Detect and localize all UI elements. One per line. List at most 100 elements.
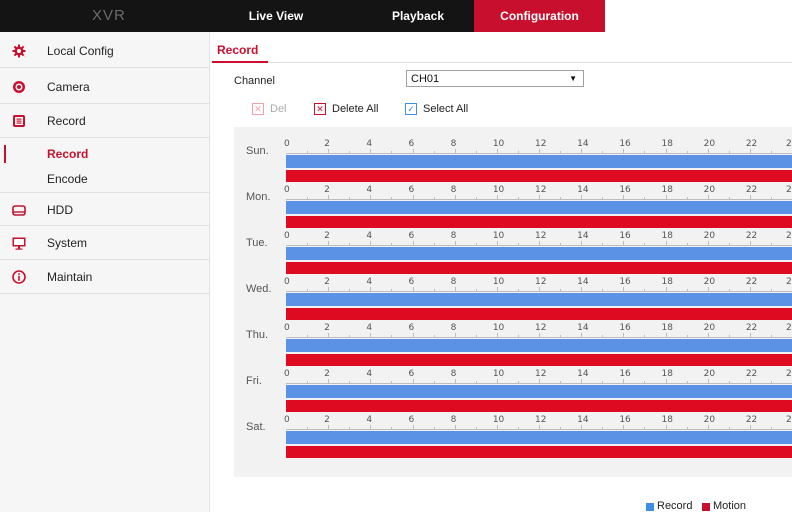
axis-tick bbox=[602, 243, 604, 245]
tab-active-underline bbox=[212, 61, 268, 63]
axis-tick bbox=[686, 243, 688, 245]
tab-configuration[interactable]: Configuration bbox=[474, 0, 605, 32]
axis-tick bbox=[602, 289, 604, 291]
sidebar-item-label: Local Config bbox=[47, 44, 114, 58]
hour-tick-label: 20 bbox=[703, 231, 716, 241]
axis-tick bbox=[328, 287, 330, 291]
axis-tick bbox=[623, 149, 625, 153]
axis-tick bbox=[433, 381, 435, 383]
axis-tick bbox=[707, 241, 709, 245]
tab-playback[interactable]: Playback bbox=[372, 0, 464, 32]
day-label: Sun. bbox=[246, 145, 269, 157]
hour-tick-label: 4 bbox=[366, 415, 373, 425]
motion-schedule-bar[interactable] bbox=[286, 170, 792, 182]
sidebar-subitem-record[interactable]: Record bbox=[0, 142, 210, 166]
axis-tick bbox=[581, 333, 583, 337]
axis-tick bbox=[686, 335, 688, 337]
record-schedule-bar[interactable] bbox=[286, 293, 792, 306]
axis-tick bbox=[517, 335, 519, 337]
record-schedule[interactable]: Sun.024681012141618202224Mon.02468101214… bbox=[234, 127, 792, 477]
axis-tick bbox=[560, 289, 562, 291]
sidebar-subitem-encode[interactable]: Encode bbox=[0, 167, 210, 191]
legend-motion-label: Motion bbox=[713, 500, 747, 512]
axis-tick bbox=[307, 151, 309, 153]
sidebar-item-label: Record bbox=[47, 114, 86, 128]
hour-tick-label: 16 bbox=[619, 277, 631, 287]
motion-schedule-bar[interactable] bbox=[286, 400, 792, 412]
motion-schedule-bar[interactable] bbox=[286, 308, 792, 320]
axis-tick bbox=[307, 197, 309, 199]
record-schedule-bar[interactable] bbox=[286, 201, 792, 214]
record-schedule-bar[interactable] bbox=[286, 247, 792, 260]
hour-tick-label: 14 bbox=[577, 139, 589, 149]
axis-tick bbox=[475, 335, 477, 337]
hour-tick-label: 4 bbox=[366, 277, 373, 287]
axis-tick bbox=[433, 289, 435, 291]
axis-tick bbox=[539, 425, 540, 429]
channel-select[interactable]: CH01 ▼ bbox=[406, 70, 584, 87]
tab-live-view[interactable]: Live View bbox=[230, 0, 322, 32]
sidebar-item-hdd[interactable]: HDD bbox=[0, 192, 210, 226]
hour-tick-label: 2 bbox=[324, 323, 330, 333]
hour-tick-label: 2 bbox=[324, 277, 330, 287]
motion-schedule-bar[interactable] bbox=[286, 446, 792, 458]
axis-tick bbox=[770, 197, 772, 199]
axis-tick bbox=[770, 289, 772, 291]
day-label: Thu. bbox=[246, 329, 269, 341]
hour-tick-label: 24 bbox=[786, 185, 792, 195]
hour-tick-label: 14 bbox=[577, 323, 589, 333]
sidebar-item-record[interactable]: Record bbox=[0, 104, 210, 138]
hour-tick-label: 16 bbox=[619, 231, 631, 241]
axis-tick bbox=[328, 241, 330, 245]
hour-tick-label: 12 bbox=[535, 139, 547, 149]
axis-tick bbox=[686, 427, 688, 429]
hour-tick-label: 10 bbox=[492, 415, 505, 425]
axis-tick bbox=[728, 289, 730, 291]
sidebar-item-label: System bbox=[47, 236, 88, 250]
hour-tick-label: 20 bbox=[703, 323, 716, 333]
tab-record[interactable]: Record bbox=[217, 43, 258, 57]
axis-tick bbox=[623, 425, 625, 429]
channel-select-value: CH01 bbox=[411, 73, 440, 85]
axis-tick bbox=[496, 241, 498, 245]
axis-tick bbox=[539, 195, 540, 199]
axis-tick bbox=[644, 427, 646, 429]
record-schedule-bar[interactable] bbox=[286, 385, 792, 398]
hour-tick-label: 16 bbox=[619, 323, 631, 333]
record-schedule-bar[interactable] bbox=[286, 431, 792, 444]
checkbox-icon: ✓ bbox=[405, 103, 417, 115]
record-schedule-bar[interactable] bbox=[286, 339, 792, 352]
hour-tick-label: 0 bbox=[284, 231, 290, 241]
axis-tick bbox=[728, 427, 730, 429]
motion-schedule-bar[interactable] bbox=[286, 354, 792, 366]
axis-tick bbox=[560, 197, 562, 199]
motion-schedule-bar[interactable] bbox=[286, 262, 792, 274]
record-schedule-bar[interactable] bbox=[286, 155, 792, 168]
motion-schedule-bar[interactable] bbox=[286, 216, 792, 228]
hour-tick-label: 20 bbox=[703, 185, 716, 195]
hour-tick-label: 12 bbox=[535, 323, 547, 333]
legend-record-label: Record bbox=[657, 500, 693, 512]
axis-tick bbox=[728, 197, 730, 199]
axis-tick bbox=[686, 151, 688, 153]
axis-tick bbox=[370, 425, 372, 429]
delete-all-icon: ✕ bbox=[314, 103, 326, 115]
sidebar-subitem-label: Record bbox=[47, 147, 89, 161]
axis-tick bbox=[539, 379, 540, 383]
axis-tick bbox=[707, 425, 709, 429]
sidebar-item-local-config[interactable]: Local Config bbox=[0, 34, 210, 68]
axis-tick bbox=[644, 381, 646, 383]
day-label: Tue. bbox=[246, 237, 268, 249]
hour-tick-label: 24 bbox=[786, 323, 792, 333]
axis-tick bbox=[307, 427, 309, 429]
sidebar-item-maintain[interactable]: Maintain bbox=[0, 260, 210, 294]
axis-tick bbox=[665, 195, 667, 199]
axis-tick bbox=[496, 379, 498, 383]
sidebar-item-camera[interactable]: Camera bbox=[0, 70, 210, 104]
axis-tick bbox=[749, 425, 751, 429]
axis-tick bbox=[433, 335, 435, 337]
hour-tick-label: 4 bbox=[366, 139, 373, 149]
sidebar-item-system[interactable]: System bbox=[0, 226, 210, 260]
day-label: Wed. bbox=[246, 283, 272, 295]
hour-tick-label: 6 bbox=[408, 231, 415, 241]
